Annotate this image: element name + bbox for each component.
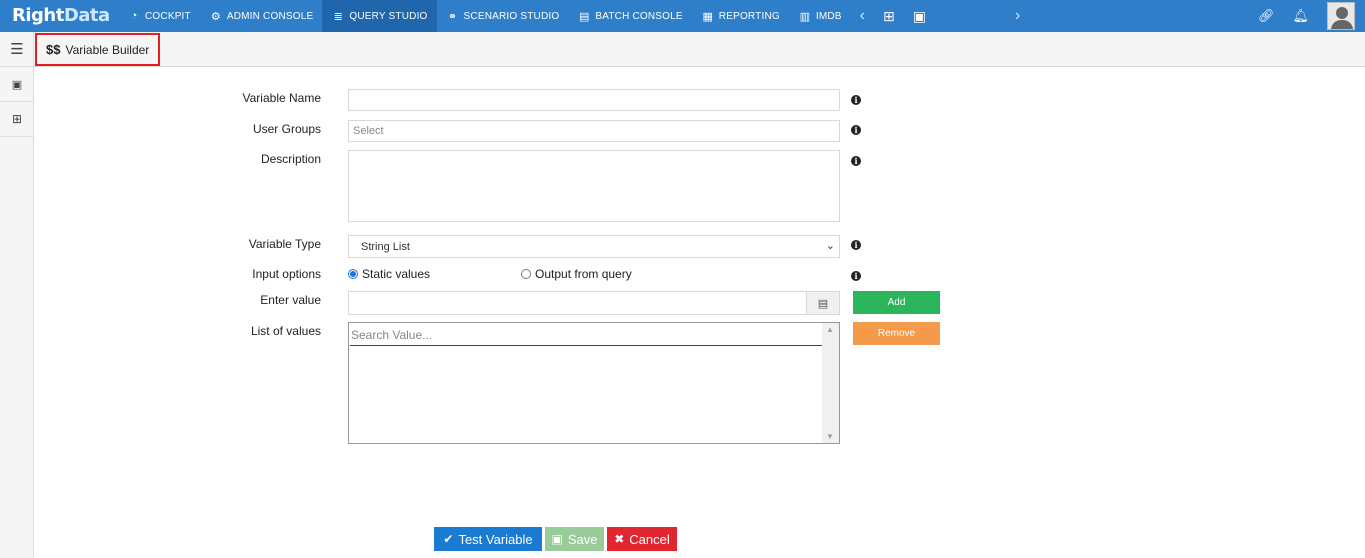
nav-imdb[interactable]: ▥ IMDB — [789, 0, 851, 32]
main-nav: ◔ COCKPIT ⚙ ADMIN CONSOLE ≣ QUERY STUDIO ⚭ S… — [118, 0, 1029, 32]
variable-type-value: String List — [361, 240, 410, 253]
check-icon: ✔ — [443, 532, 454, 546]
chevron-left-icon[interactable]: ‹ — [860, 7, 865, 25]
batch-icon: ▤ — [579, 10, 590, 23]
flow-icon: ⚭ — [447, 10, 458, 23]
nav-cockpit[interactable]: ◔ COCKPIT — [118, 0, 200, 32]
list-search-input[interactable]: Search Value... — [350, 324, 822, 346]
info-icon[interactable]: i — [851, 240, 861, 250]
link-icon[interactable]: 🔗︎ — [1258, 8, 1275, 24]
calendar-icon[interactable]: ▣ — [913, 8, 926, 25]
nav-admin-console[interactable]: ⚙ ADMIN CONSOLE — [200, 0, 323, 32]
columns-icon: ▥ — [799, 10, 811, 23]
chevron-right-icon[interactable]: › — [1015, 7, 1020, 25]
database-icon: ≣ — [333, 10, 344, 23]
close-icon: ✖ — [614, 532, 625, 546]
enter-value-input[interactable] — [348, 291, 840, 315]
app-logo[interactable]: RightData — [12, 4, 110, 28]
user-groups-label: User Groups — [252, 122, 321, 136]
nav-batch-console[interactable]: ▤ BATCH CONSOLE — [568, 0, 691, 32]
test-variable-button[interactable]: ✔ Test Variable — [434, 527, 542, 551]
info-icon[interactable]: i — [851, 125, 861, 135]
description-textarea[interactable] — [348, 150, 840, 222]
list-of-values-label: List of values — [250, 324, 321, 338]
list-of-values-box[interactable]: Search Value... ▲ ▼ — [348, 322, 840, 444]
chevron-down-icon: ⌄ — [825, 240, 835, 252]
variable-type-select[interactable]: String List ⌄ — [348, 235, 840, 258]
dashboard-icon[interactable]: ⊞ — [883, 8, 895, 25]
variable-builder-icon[interactable]: ▣ — [0, 67, 34, 102]
gauge-icon: ◔ — [130, 10, 138, 22]
nav-scenario-studio[interactable]: ⚭ SCENARIO STUDIO — [437, 0, 569, 32]
scroll-down-icon[interactable]: ▼ — [826, 432, 834, 441]
list-scrollbar[interactable]: ▲ ▼ — [822, 323, 839, 443]
add-variable-icon[interactable]: ⊞ — [0, 102, 34, 137]
radio-output-from-query[interactable]: Output from query — [521, 267, 632, 281]
top-navigation-bar: RightData ◔ COCKPIT ⚙ ADMIN CONSOLE ≣ QUERY… — [0, 0, 1365, 32]
user-groups-select[interactable]: Select — [348, 120, 840, 142]
page-subheader: $$ Variable Builder — [34, 32, 1365, 67]
radio-selected-icon — [348, 269, 358, 279]
report-icon: ▦ — [702, 10, 714, 23]
variable-type-label: Variable Type — [248, 237, 321, 251]
add-button[interactable]: Add — [853, 291, 940, 314]
top-right-tools: 🔗︎ 🔔︎ — [1258, 0, 1365, 32]
gear-icon: ⚙ — [210, 10, 221, 23]
document-icon[interactable]: ▤ — [806, 292, 839, 314]
enter-value-label: Enter value — [260, 293, 321, 307]
scroll-up-icon[interactable]: ▲ — [826, 325, 834, 334]
info-icon[interactable]: i — [851, 156, 861, 166]
cancel-button[interactable]: ✖ Cancel — [607, 527, 677, 551]
variable-name-label: Variable Name — [242, 91, 321, 105]
radio-unselected-icon — [521, 269, 531, 279]
avatar[interactable] — [1327, 2, 1355, 30]
breadcrumb: $$ Variable Builder — [35, 33, 161, 66]
menu-icon[interactable]: ☰ — [0, 32, 34, 67]
nav-extra-group: ‹ ⊞ ▣ › — [851, 0, 1030, 32]
nav-reporting[interactable]: ▦ REPORTING — [692, 0, 789, 32]
left-rail: ☰ ▣ ⊞ — [0, 32, 34, 558]
info-icon[interactable]: i — [851, 95, 861, 105]
page-title: Variable Builder — [65, 42, 150, 57]
remove-button[interactable]: Remove — [853, 322, 940, 345]
save-button[interactable]: ▣ Save — [545, 527, 604, 551]
nav-query-studio[interactable]: ≣ QUERY STUDIO — [322, 0, 437, 32]
description-label: Description — [260, 152, 321, 166]
input-options-label: Input options — [252, 267, 321, 281]
bell-icon[interactable]: 🔔︎ — [1292, 8, 1309, 24]
dollar-icon: $$ — [46, 42, 61, 57]
floppy-icon: ▣ — [551, 532, 563, 546]
info-icon[interactable]: i — [851, 271, 861, 281]
variable-name-input[interactable] — [348, 89, 840, 111]
radio-static-values[interactable]: Static values — [348, 267, 430, 281]
